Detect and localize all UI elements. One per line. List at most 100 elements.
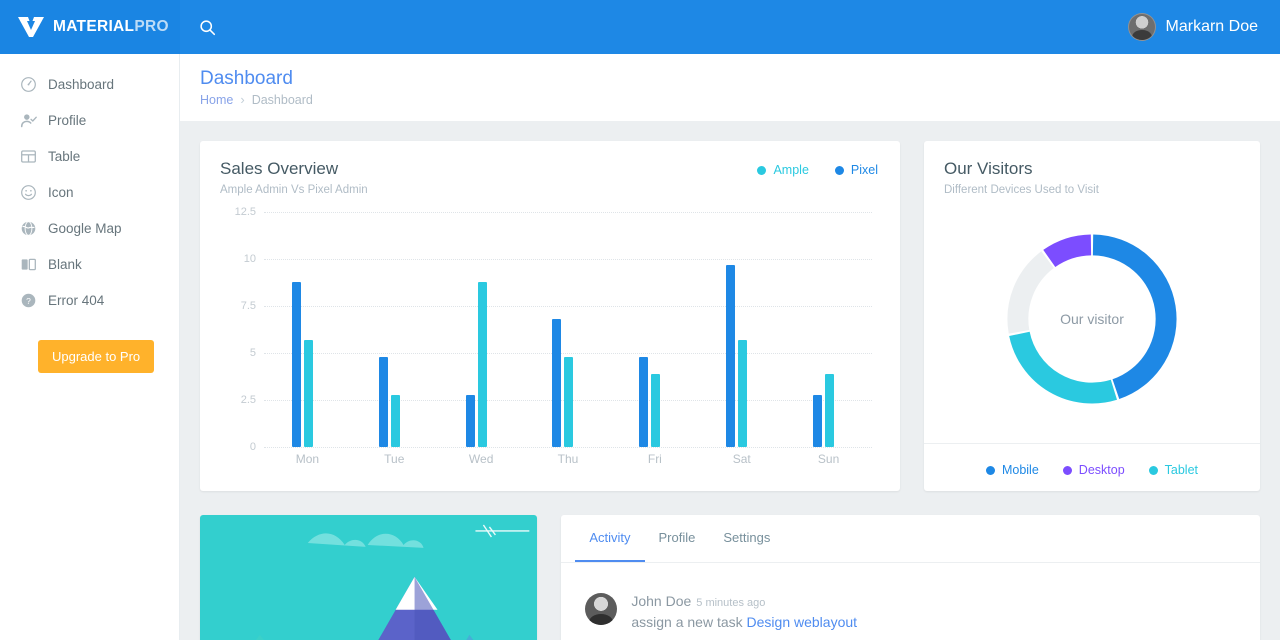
tab-profile[interactable]: Profile	[645, 515, 710, 562]
gridline	[264, 447, 872, 448]
top-navigation-bar: MATERIALPRO Markarn Doe	[0, 0, 1280, 54]
sidebar-upgrade-button[interactable]: Upgrade to Pro	[38, 340, 155, 373]
bar-pixel-sun[interactable]	[812, 395, 822, 447]
y-axis-tick: 0	[249, 441, 256, 453]
bar-pixel-fri[interactable]	[639, 356, 649, 447]
legend-item-pixel[interactable]: Pixel	[834, 163, 878, 177]
y-axis-tick: 10	[243, 253, 256, 265]
sidebar: Dashboard Profile Table Icon Google Map …	[0, 54, 180, 640]
bar-pixel-wed[interactable]	[465, 395, 475, 447]
brand-logo[interactable]: MATERIALPRO	[0, 0, 180, 54]
svg-text:?: ?	[26, 295, 31, 305]
tab-settings[interactable]: Settings	[709, 515, 784, 562]
search-button[interactable]	[180, 0, 234, 54]
bar-ample-thu[interactable]	[564, 356, 574, 447]
avatar	[585, 593, 618, 625]
sidebar-item-profile[interactable]: Profile	[0, 102, 179, 138]
legend-item-mobile[interactable]: Mobile	[985, 463, 1039, 477]
speedometer-icon	[21, 76, 36, 92]
sidebar-item-label: Dashboard	[48, 76, 115, 92]
y-axis-tick: 2.5	[240, 394, 256, 406]
sidebar-item-label: Error 404	[48, 292, 105, 308]
legend-item-desktop[interactable]: Desktop	[1062, 463, 1125, 477]
user-check-icon	[20, 113, 37, 127]
x-axis-label: Tue	[384, 452, 405, 466]
x-axis-label: Thu	[557, 452, 579, 466]
bar-ample-mon[interactable]	[303, 339, 313, 447]
bar-ample-tue[interactable]	[390, 395, 400, 447]
chevron-right-icon: ›	[240, 92, 245, 107]
activity-text: assign a new task	[631, 614, 743, 630]
breadcrumb: Home › Dashboard	[200, 92, 313, 107]
x-axis-label: Mon	[295, 452, 320, 466]
y-axis-tick: 7.5	[240, 300, 256, 312]
activity-body: assign a new task Design weblayout	[631, 614, 857, 630]
sidebar-item-label: Profile	[48, 112, 87, 128]
legend-label-desktop: Desktop	[1078, 463, 1125, 477]
sales-overview-card: Sales Overview Ample Admin Vs Pixel Admi…	[200, 141, 900, 491]
x-axis-label: Sat	[732, 452, 751, 466]
breadcrumb-home-link[interactable]: Home	[200, 93, 233, 107]
donut-slice-tablet[interactable]	[1009, 331, 1117, 404]
bar-ample-wed[interactable]	[477, 281, 487, 447]
visitors-donut-chart: Our visitor	[997, 224, 1187, 414]
brand-name: MATERIALPRO	[53, 18, 169, 36]
brand-name-light: PRO	[134, 18, 169, 35]
legend-label-mobile: Mobile	[1001, 463, 1039, 477]
legend-dot-ample	[757, 165, 767, 175]
activity-item: John Doe 5 minutes ago assign a new task …	[631, 593, 857, 630]
table-grid-icon	[21, 149, 36, 163]
bar-pixel-mon[interactable]	[291, 281, 301, 447]
activity-timestamp: 5 minutes ago	[696, 597, 766, 609]
photo-card	[200, 515, 538, 640]
activity-list: John Doe 5 minutes ago assign a new task …	[561, 563, 1260, 630]
user-menu[interactable]: Markarn Doe	[1127, 13, 1280, 41]
bar-pixel-sat[interactable]	[726, 264, 736, 447]
chart-x-axis: Mon Tue Wed Thu Fri Sat Sun	[264, 452, 872, 466]
bar-group-wed	[438, 212, 525, 447]
activity-link[interactable]: Design weblayout	[747, 614, 858, 630]
x-axis-label: Fri	[647, 452, 662, 466]
bar-pixel-thu[interactable]	[552, 319, 562, 447]
visitors-legend: Mobile Desktop Tablet	[924, 463, 1260, 477]
main-content: Sales Overview Ample Admin Vs Pixel Admi…	[180, 121, 1280, 640]
sidebar-item-label: Google Map	[48, 220, 122, 236]
legend-dot-mobile	[985, 465, 995, 475]
x-axis-label: Sun	[817, 452, 840, 466]
legend-item-ample[interactable]: Ample	[757, 163, 809, 177]
sidebar-item-google-map[interactable]: Google Map	[0, 210, 179, 246]
x-axis-label: Wed	[468, 452, 494, 466]
y-axis-tick: 5	[249, 347, 256, 359]
chart-plot-area	[264, 212, 872, 448]
bar-group-fri	[611, 212, 698, 447]
breadcrumb-current: Dashboard	[251, 92, 313, 107]
chart-bar-groups	[264, 212, 872, 447]
bar-group-mon	[264, 212, 351, 447]
visitors-divider	[924, 443, 1260, 444]
sidebar-item-icon[interactable]: Icon	[0, 174, 179, 210]
legend-item-tablet[interactable]: Tablet	[1148, 463, 1198, 477]
legend-dot-tablet	[1148, 465, 1158, 475]
bar-ample-sun[interactable]	[824, 373, 834, 447]
donut-slice-desktop[interactable]	[1043, 234, 1092, 268]
legend-dot-pixel	[834, 165, 844, 175]
sidebar-item-error-404[interactable]: ? Error 404	[0, 282, 179, 318]
question-circle-icon: ?	[21, 293, 36, 307]
tab-activity[interactable]: Activity	[575, 515, 645, 562]
sidebar-item-dashboard[interactable]: Dashboard	[0, 66, 179, 102]
bar-ample-fri[interactable]	[651, 373, 661, 447]
sidebar-item-blank[interactable]: Blank	[0, 246, 179, 282]
our-visitors-card: Our Visitors Different Devices Used to V…	[924, 141, 1260, 491]
sidebar-upgrade-container: Upgrade to Pro	[0, 318, 179, 373]
page-title: Dashboard	[200, 68, 293, 89]
bar-ample-sat[interactable]	[738, 339, 748, 447]
bar-pixel-tue[interactable]	[378, 356, 388, 447]
sidebar-item-table[interactable]: Table	[0, 138, 179, 174]
donut-center-label: Our visitor	[1060, 311, 1124, 327]
mountain-landscape-illustration	[200, 515, 538, 640]
sidebar-item-label: Icon	[48, 184, 74, 200]
legend-label-pixel: Pixel	[850, 163, 878, 177]
bar-group-sat	[698, 212, 785, 447]
user-name-label: Markarn Doe	[1165, 18, 1258, 35]
brand-name-bold: MATERIAL	[53, 18, 135, 35]
